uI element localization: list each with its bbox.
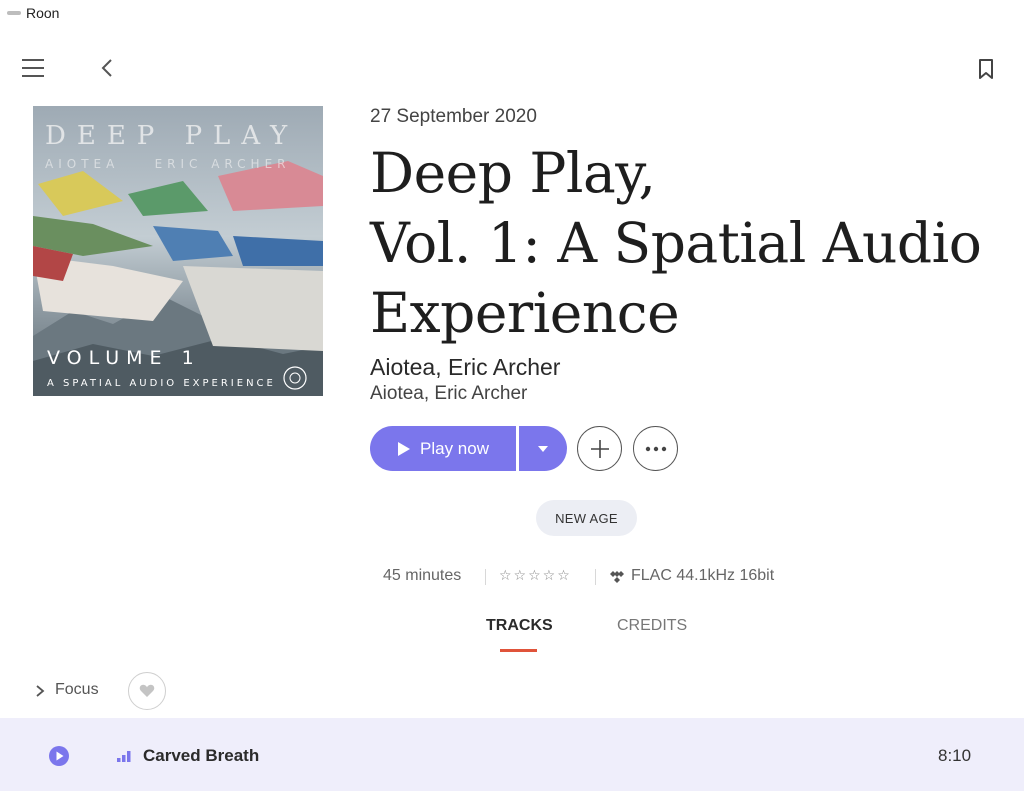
focus-toggle[interactable]: Focus [55,681,99,699]
album-artist-secondary[interactable]: Aiotea, Eric Archer [370,383,527,405]
cover-title-text: DEEP PLAY [45,121,298,151]
cover-volume-text: VOLUME 1 [47,347,201,369]
favorite-button[interactable] [128,672,166,710]
album-cover-image: DEEP PLAY AIOTEA ERIC ARCHER VOLUME 1 A … [33,106,323,396]
tab-tracks[interactable]: TRACKS [486,617,553,635]
album-title-line: Experience [370,281,680,345]
genre-tag[interactable]: NEW AGE [536,500,637,536]
play-now-button[interactable]: Play now [370,426,516,471]
chevron-right-icon[interactable] [34,684,46,698]
caret-down-icon [538,445,548,452]
tidal-icon [610,571,624,583]
album-title: Deep Play, Vol. 1: A Spatial Audio Exper… [370,138,1010,348]
hamburger-icon[interactable] [22,58,44,78]
audio-format: FLAC 44.1kHz 16bit [631,567,775,584]
more-options-button[interactable] [633,426,678,471]
cover-artists-text: AIOTEA ERIC ARCHER [45,157,291,171]
plus-icon [590,439,609,458]
track-play-icon[interactable] [49,746,69,766]
add-to-library-button[interactable] [577,426,622,471]
play-now-label: Play now [420,438,489,458]
album-duration: 45 minutes [383,567,462,584]
play-icon [398,441,410,456]
roon-app-icon [7,11,21,15]
bookmark-icon[interactable] [975,58,997,80]
album-artist-link[interactable]: Aiotea, Eric Archer [370,354,560,381]
ellipsis-icon [645,446,666,451]
now-playing-bars-icon [117,751,131,762]
heart-icon [139,684,155,697]
back-chevron-icon[interactable] [98,58,118,78]
window-title-bar: Roon [0,0,1024,30]
window-title: Roon [26,5,60,21]
album-title-line: Deep Play, [370,141,656,205]
play-options-dropdown-button[interactable] [519,426,567,471]
star-rating[interactable]: ☆☆☆☆☆ [499,567,572,584]
cover-subtitle-text: A SPATIAL AUDIO EXPERIENCE [47,378,276,389]
meta-divider [595,569,596,585]
active-tab-indicator [500,649,537,652]
track-duration: 8:10 [938,746,972,765]
album-cover-art[interactable]: DEEP PLAY AIOTEA ERIC ARCHER VOLUME 1 A … [33,106,323,396]
release-date: 27 September 2020 [370,106,537,127]
track-title[interactable]: Carved Breath [143,746,259,766]
album-title-line: Vol. 1: A Spatial Audio [370,211,982,275]
tab-credits[interactable]: CREDITS [617,617,687,635]
meta-divider [485,569,486,585]
